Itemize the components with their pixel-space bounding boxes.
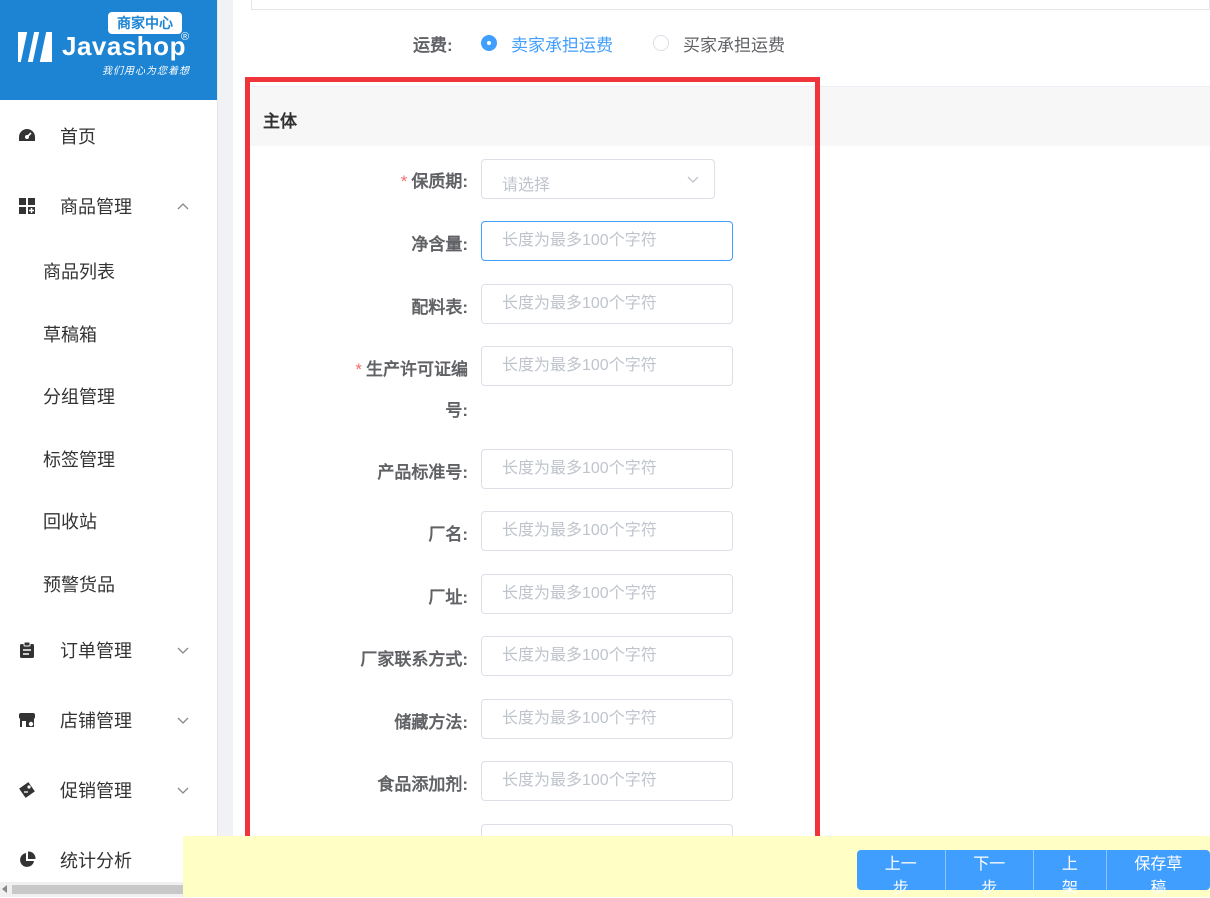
sidebar-item-order-management[interactable]: 订单管理 <box>0 620 217 680</box>
freight-label: 运费: <box>413 36 453 55</box>
goods-icon <box>19 198 35 214</box>
product-standard-input[interactable] <box>481 449 733 489</box>
factory-contact-input[interactable] <box>481 636 733 676</box>
sidebar-subitem-group-management[interactable]: 分组管理 <box>0 371 217 421</box>
sidebar-item-goods-management[interactable]: 商品管理 <box>0 176 217 236</box>
select-placeholder: 请选择 <box>502 177 551 194</box>
sidebar-item-label: 统计分析 <box>60 851 132 871</box>
section-header: 主体 <box>251 86 1210 146</box>
sidebar-subitem-goods-list[interactable]: 商品列表 <box>0 246 217 296</box>
shelf-life-select[interactable]: 请选择 <box>481 159 715 199</box>
food-additives-input[interactable] <box>481 761 733 801</box>
chevron-down-icon <box>177 717 189 724</box>
section-title: 主体 <box>263 112 297 131</box>
main-content: 运费: 卖家承担运费 买家承担运费 主体 *保质期: 请选择 净含量: 配料表:… <box>233 0 1210 897</box>
scroll-left-icon[interactable] <box>2 885 7 893</box>
freight-row: 运费: 卖家承担运费 买家承担运费 <box>233 26 1210 58</box>
production-license-label-cont: 号: <box>445 401 468 420</box>
chevron-up-icon <box>177 203 189 210</box>
shop-icon <box>19 713 35 727</box>
save-draft-button[interactable]: 保存草稿 <box>1106 850 1210 897</box>
required-asterisk: * <box>400 172 408 191</box>
product-standard-label: 产品标准号: <box>377 463 468 482</box>
ingredients-label: 配料表: <box>411 298 468 317</box>
brand-slogan: 我们用心为您着想 <box>102 66 190 77</box>
required-asterisk: * <box>355 360 362 379</box>
bottom-action-bar: 上一步 下一步 上架 保存草稿 <box>183 836 1210 897</box>
sidebar-subitem-label: 商品列表 <box>43 262 115 282</box>
chevron-down-icon <box>177 787 189 794</box>
sidebar-subitem-label: 标签管理 <box>43 450 115 470</box>
dashboard-icon <box>19 129 35 141</box>
prev-step-button[interactable]: 上一步 <box>857 850 946 897</box>
sidebar-item-label: 店铺管理 <box>60 711 132 731</box>
factory-name-label: 厂名: <box>428 525 468 544</box>
radio-buyer-pays-label[interactable]: 买家承担运费 <box>683 31 785 56</box>
sidebar-item-label: 促销管理 <box>60 781 132 801</box>
sidebar-item-home[interactable]: 首页 <box>0 106 217 166</box>
promotion-icon <box>19 782 35 798</box>
statistics-icon <box>20 851 36 867</box>
production-license-label: * 生产许可证编 <box>355 360 468 379</box>
radio-seller-pays[interactable] <box>481 35 497 51</box>
shelf-life-label: * 保质期: <box>400 172 468 191</box>
sidebar-item-shop-management[interactable]: 店铺管理 <box>0 690 217 750</box>
radio-buyer-pays[interactable] <box>653 35 669 51</box>
next-step-button[interactable]: 下一步 <box>945 850 1034 897</box>
brand-logo[interactable]: 商家中心 Javashop ® 我们用心为您着想 <box>0 0 217 100</box>
brand-name: Javashop <box>62 31 186 61</box>
sidebar-item-label: 首页 <box>60 127 96 147</box>
sidebar-subitem-label: 草稿箱 <box>43 325 97 345</box>
production-license-input[interactable] <box>481 346 733 386</box>
sidebar-item-promotion-management[interactable]: 促销管理 <box>0 760 217 820</box>
food-additives-label: 食品添加剂: <box>377 775 468 794</box>
ingredients-input[interactable] <box>481 284 733 324</box>
previous-section-edge <box>251 0 1210 10</box>
javashop-logo-icon <box>18 32 52 62</box>
storage-method-input[interactable] <box>481 699 733 739</box>
content-gutter <box>218 0 233 897</box>
sidebar: 商家中心 Javashop ® 我们用心为您着想 首页 商品管理 商品列表 草稿… <box>0 0 218 897</box>
sidebar-subitem-label: 预警货品 <box>43 575 115 595</box>
sidebar-subitem-label: 分组管理 <box>43 387 115 407</box>
sidebar-subitem-label: 回收站 <box>43 512 97 532</box>
chevron-down-icon <box>177 647 189 654</box>
sidebar-item-label: 订单管理 <box>60 641 132 661</box>
sidebar-subitem-tag-management[interactable]: 标签管理 <box>0 434 217 484</box>
sidebar-subitem-warning-goods[interactable]: 预警货品 <box>0 559 217 609</box>
registered-mark: ® <box>181 31 190 43</box>
order-icon <box>20 641 34 658</box>
sidebar-item-label: 商品管理 <box>60 197 132 217</box>
factory-address-input[interactable] <box>481 574 733 614</box>
factory-contact-label: 厂家联系方式: <box>360 650 468 669</box>
storage-method-label: 储藏方法: <box>394 713 468 732</box>
factory-address-label: 厂址: <box>428 588 468 607</box>
sidebar-subitem-recycle-bin[interactable]: 回收站 <box>0 496 217 546</box>
sidebar-subitem-drafts[interactable]: 草稿箱 <box>0 309 217 359</box>
chevron-down-icon <box>687 176 699 183</box>
net-content-input[interactable] <box>481 221 733 261</box>
net-content-label: 净含量: <box>411 235 468 254</box>
radio-seller-pays-label[interactable]: 卖家承担运费 <box>511 31 613 56</box>
factory-name-input[interactable] <box>481 511 733 551</box>
action-button-group: 上一步 下一步 上架 保存草稿 <box>857 850 1210 897</box>
scrollbar-thumb[interactable] <box>12 885 197 894</box>
publish-button[interactable]: 上架 <box>1034 850 1107 897</box>
